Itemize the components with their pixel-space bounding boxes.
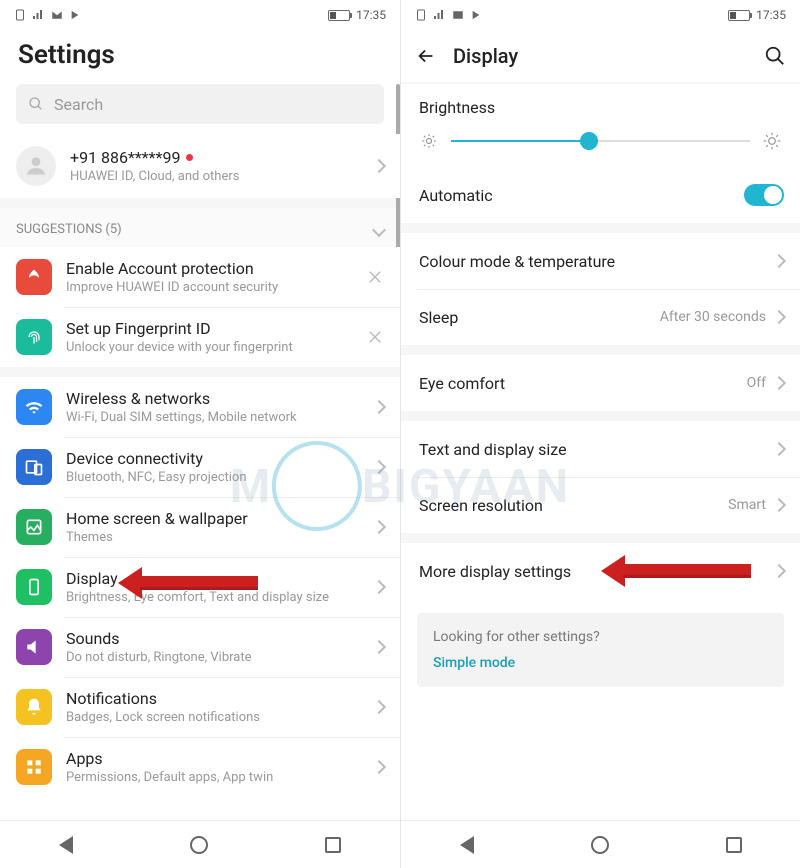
- fingerprint-icon: [16, 319, 52, 355]
- huawei-icon: [16, 259, 52, 295]
- suggestions-header[interactable]: SUGGESTIONS (5): [0, 208, 400, 247]
- suggestions-label: SUGGESTIONS (5): [16, 222, 122, 237]
- nav-recent-icon[interactable]: [726, 837, 742, 853]
- help-box: Looking for other settings? Simple mode: [417, 613, 784, 687]
- search-icon: [28, 96, 44, 112]
- chevron-right-icon: [372, 700, 386, 714]
- chevron-right-icon: [772, 442, 786, 456]
- status-time: 17:35: [356, 8, 386, 22]
- mail-icon: [451, 9, 465, 21]
- status-bar: 17:35: [0, 0, 400, 30]
- account-sub: HUAWEI ID, Cloud, and others: [70, 169, 366, 184]
- sim-icon: [14, 9, 26, 21]
- devices-icon: [16, 449, 52, 485]
- chevron-right-icon: [772, 254, 786, 268]
- page-title: Display: [453, 44, 748, 68]
- display-icon: [16, 569, 52, 605]
- item-notifications[interactable]: NotificationsBadges, Lock screen notific…: [0, 677, 400, 737]
- signal-icon: [433, 9, 445, 21]
- chevron-right-icon: [772, 376, 786, 390]
- nav-bar: [401, 820, 800, 868]
- back-icon[interactable]: [415, 45, 437, 67]
- suggestion-fingerprint[interactable]: Set up Fingerprint ID Unlock your device…: [0, 307, 400, 367]
- item-apps[interactable]: AppsPermissions, Default apps, App twin: [0, 737, 400, 797]
- toggle-on-icon[interactable]: [744, 184, 784, 206]
- item-display[interactable]: DisplayBrightness, Eye comfort, Text and…: [0, 557, 400, 617]
- brightness-slider[interactable]: [401, 121, 800, 167]
- sim-icon: [415, 9, 427, 21]
- chevron-right-icon: [372, 580, 386, 594]
- mail-icon: [50, 9, 64, 21]
- sun-low-icon: [419, 131, 439, 151]
- nav-home-icon[interactable]: [591, 836, 609, 854]
- play-icon: [70, 9, 80, 21]
- display-pane: 17:35 Display Brightness Automatic Colou…: [400, 0, 800, 868]
- search-placeholder: Search: [54, 95, 103, 114]
- account-row[interactable]: +91 886*****99 HUAWEI ID, Cloud, and oth…: [0, 134, 400, 198]
- nav-recent-icon[interactable]: [325, 837, 341, 853]
- status-bar: 17:35: [401, 0, 800, 30]
- apps-icon: [16, 749, 52, 785]
- brightness-label: Brightness: [401, 84, 800, 121]
- automatic-row[interactable]: Automatic: [401, 167, 800, 223]
- search-icon[interactable]: [764, 45, 786, 67]
- wifi-icon: [16, 389, 52, 425]
- item-device-connectivity[interactable]: Device connectivityBluetooth, NFC, Easy …: [0, 437, 400, 497]
- settings-pane: 17:35 Settings Search +91 886*****99: [0, 0, 400, 868]
- settings-header: Settings: [0, 30, 400, 84]
- sounds-icon: [16, 629, 52, 665]
- nav-bar: [0, 820, 400, 868]
- chevron-right-icon: [372, 400, 386, 414]
- nav-home-icon[interactable]: [190, 836, 208, 854]
- item-text-size[interactable]: Text and display size: [401, 421, 800, 477]
- search-input[interactable]: Search: [16, 84, 384, 124]
- status-time: 17:35: [756, 8, 786, 22]
- nav-back-icon[interactable]: [460, 836, 474, 854]
- avatar-icon: [16, 146, 56, 186]
- item-home-wallpaper[interactable]: Home screen & wallpaperThemes: [0, 497, 400, 557]
- chevron-down-icon: [372, 222, 386, 236]
- slider-track[interactable]: [451, 140, 750, 142]
- chevron-right-icon: [772, 310, 786, 324]
- notification-dot-icon: [186, 154, 193, 161]
- close-icon[interactable]: [366, 328, 384, 346]
- item-wireless[interactable]: Wireless & networksWi-Fi, Dual SIM setti…: [0, 377, 400, 437]
- help-question: Looking for other settings?: [433, 629, 768, 645]
- slider-thumb-icon[interactable]: [580, 132, 598, 150]
- chevron-right-icon: [372, 760, 386, 774]
- item-more-display[interactable]: More display settings: [401, 543, 800, 599]
- nav-back-icon[interactable]: [59, 836, 73, 854]
- item-sleep[interactable]: Sleep After 30 seconds: [401, 289, 800, 345]
- display-header: Display: [401, 30, 800, 82]
- chevron-right-icon: [372, 460, 386, 474]
- sun-high-icon: [762, 131, 782, 151]
- chevron-right-icon: [372, 520, 386, 534]
- battery-icon: [728, 10, 750, 21]
- item-sounds[interactable]: SoundsDo not disturb, Ringtone, Vibrate: [0, 617, 400, 677]
- account-phone: +91 886*****99: [70, 148, 180, 167]
- chevron-right-icon: [372, 159, 386, 173]
- simple-mode-link[interactable]: Simple mode: [433, 655, 768, 671]
- item-colour-mode[interactable]: Colour mode & temperature: [401, 233, 800, 289]
- wallpaper-icon: [16, 509, 52, 545]
- bell-icon: [16, 689, 52, 725]
- play-icon: [471, 9, 481, 21]
- close-icon[interactable]: [366, 268, 384, 286]
- chevron-right-icon: [372, 640, 386, 654]
- chevron-right-icon: [772, 498, 786, 512]
- page-title: Settings: [18, 40, 382, 70]
- signal-icon: [32, 9, 44, 21]
- item-eye-comfort[interactable]: Eye comfort Off: [401, 355, 800, 411]
- item-screen-res[interactable]: Screen resolution Smart: [401, 477, 800, 533]
- suggestion-account-protection[interactable]: Enable Account protection Improve HUAWEI…: [0, 247, 400, 307]
- chevron-right-icon: [772, 564, 786, 578]
- battery-icon: [328, 10, 350, 21]
